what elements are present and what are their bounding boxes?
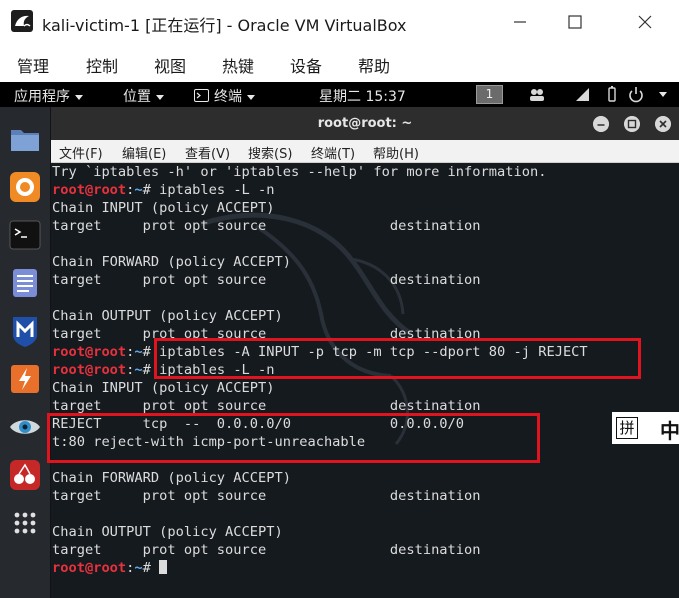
chevron-down-icon bbox=[156, 94, 164, 100]
menu-control[interactable]: 控制 bbox=[86, 53, 118, 77]
text-cursor bbox=[159, 560, 168, 574]
prompt-user: root@root bbox=[52, 344, 127, 360]
minimize-icon[interactable] bbox=[506, 8, 534, 36]
terminal-output-line: Chain INPUT (policy ACCEPT) bbox=[52, 380, 275, 396]
terminal-app-menu[interactable]: 终端 bbox=[194, 86, 255, 106]
network-icon[interactable] bbox=[574, 86, 592, 103]
terminal-output-line: Try `iptables -h' or 'iptables --help' f… bbox=[52, 164, 547, 180]
text-editor-icon[interactable] bbox=[7, 265, 43, 301]
accessibility-icon[interactable] bbox=[603, 86, 621, 103]
terminal-menu-edit[interactable]: 编辑(E) bbox=[122, 143, 166, 162]
menu-view[interactable]: 视图 bbox=[154, 53, 186, 77]
terminal-app-label: 终端 bbox=[214, 89, 242, 105]
kali-dragon-app-icon bbox=[11, 10, 33, 32]
applications-menu[interactable]: 应用程序 bbox=[14, 86, 83, 106]
guest-display: 应用程序 位置 终端 星期二 15:37 1 root@root: ~ 文件(F… bbox=[0, 82, 679, 598]
prompt-path: ~ bbox=[134, 362, 143, 378]
terminal-close-icon[interactable] bbox=[655, 116, 671, 132]
maximize-icon[interactable] bbox=[561, 8, 589, 36]
vbox-titlebar: kali-victim-1 [正在运行] - Oracle VM Virtual… bbox=[0, 0, 679, 44]
terminal-command-line: root@root:~# iptables -L -n bbox=[52, 181, 588, 199]
window-title: kali-victim-1 [正在运行] - Oracle VM Virtual… bbox=[42, 16, 407, 35]
terminal-output-line: target prot opt source destination bbox=[52, 488, 481, 504]
prompt-symbol: # bbox=[142, 560, 160, 576]
annotation-box-command bbox=[154, 338, 641, 379]
file-manager-icon[interactable] bbox=[7, 121, 43, 157]
annotation-box-reject-rule bbox=[47, 413, 540, 463]
chevron-down-icon bbox=[247, 94, 255, 100]
power-icon[interactable] bbox=[627, 86, 645, 103]
terminal-menu-search[interactable]: 搜索(S) bbox=[248, 143, 292, 162]
terminal-output-line: Chain INPUT (policy ACCEPT) bbox=[52, 200, 275, 216]
terminal-output-line: Chain OUTPUT (policy ACCEPT) bbox=[52, 308, 283, 324]
people-icon[interactable] bbox=[528, 86, 546, 103]
prompt-user: root@root bbox=[52, 560, 127, 576]
kali-topbar: 应用程序 位置 终端 星期二 15:37 1 bbox=[0, 82, 679, 107]
menu-help[interactable]: 帮助 bbox=[358, 53, 390, 77]
terminal-menu-file[interactable]: 文件(F) bbox=[59, 143, 103, 162]
terminal-output-line: Chain FORWARD (policy ACCEPT) bbox=[52, 470, 291, 486]
ime-language: 中 bbox=[660, 419, 679, 443]
terminal-icon[interactable] bbox=[7, 217, 43, 253]
terminal-maximize-icon[interactable] bbox=[624, 116, 640, 132]
clock[interactable]: 星期二 15:37 bbox=[319, 86, 406, 106]
vbox-menubar: 管理 控制 视图 热键 设备 帮助 bbox=[0, 44, 679, 82]
places-label: 位置 bbox=[123, 89, 151, 105]
command-text: iptables -L -n bbox=[159, 182, 275, 198]
terminal-output-line: Chain OUTPUT (policy ACCEPT) bbox=[52, 524, 283, 540]
system-menu[interactable] bbox=[654, 86, 667, 102]
prompt-user: root@root bbox=[52, 182, 127, 198]
dock bbox=[0, 107, 50, 598]
chevron-down-icon bbox=[659, 91, 667, 97]
firefox-icon[interactable] bbox=[7, 169, 43, 205]
prompt-path: ~ bbox=[134, 182, 143, 198]
terminal-icon bbox=[194, 89, 209, 102]
terminal-output-line: target prot opt source destination bbox=[52, 218, 481, 234]
terminal-menu-view[interactable]: 查看(V) bbox=[185, 143, 230, 162]
terminal-output-line: target prot opt source destination bbox=[52, 542, 481, 558]
terminal-menubar: 文件(F) 编辑(E) 查看(V) 搜索(S) 终端(T) 帮助(H) bbox=[51, 140, 679, 163]
terminal-titlebar: root@root: ~ bbox=[51, 107, 679, 140]
prompt-path: ~ bbox=[134, 344, 143, 360]
terminal-menu-help[interactable]: 帮助(H) bbox=[373, 143, 419, 162]
prompt-symbol: # bbox=[142, 182, 160, 198]
prompt-path: ~ bbox=[134, 560, 143, 576]
metasploit-icon[interactable] bbox=[7, 313, 43, 349]
terminal-title: root@root: ~ bbox=[317, 116, 413, 131]
close-icon[interactable] bbox=[631, 8, 659, 36]
places-menu[interactable]: 位置 bbox=[123, 86, 164, 106]
prompt-user: root@root bbox=[52, 362, 127, 378]
show-applications-icon[interactable] bbox=[7, 505, 43, 541]
terminal-output-line: target prot opt source destination bbox=[52, 272, 481, 288]
menu-devices[interactable]: 设备 bbox=[290, 53, 322, 77]
cherrytree-icon[interactable] bbox=[7, 457, 43, 493]
eye-icon[interactable] bbox=[7, 409, 43, 445]
terminal-minimize-icon[interactable] bbox=[593, 116, 609, 132]
workspace-indicator[interactable]: 1 bbox=[476, 85, 503, 104]
terminal-menu-terminal[interactable]: 终端(T) bbox=[311, 143, 355, 162]
terminal-command-line: root@root:~# bbox=[52, 559, 588, 577]
menu-manage[interactable]: 管理 bbox=[17, 53, 49, 77]
ime-pinyin-mode: 拼 bbox=[616, 417, 638, 439]
terminal-output-line: Chain FORWARD (policy ACCEPT) bbox=[52, 254, 291, 270]
terminal-output[interactable]: Try `iptables -h' or 'iptables --help' f… bbox=[51, 164, 679, 598]
menu-hotkeys[interactable]: 热键 bbox=[222, 53, 254, 77]
applications-label: 应用程序 bbox=[14, 89, 70, 105]
ime-indicator[interactable]: 拼 中 bbox=[612, 412, 679, 444]
chevron-down-icon bbox=[75, 94, 83, 100]
burpsuite-icon[interactable] bbox=[7, 361, 43, 397]
